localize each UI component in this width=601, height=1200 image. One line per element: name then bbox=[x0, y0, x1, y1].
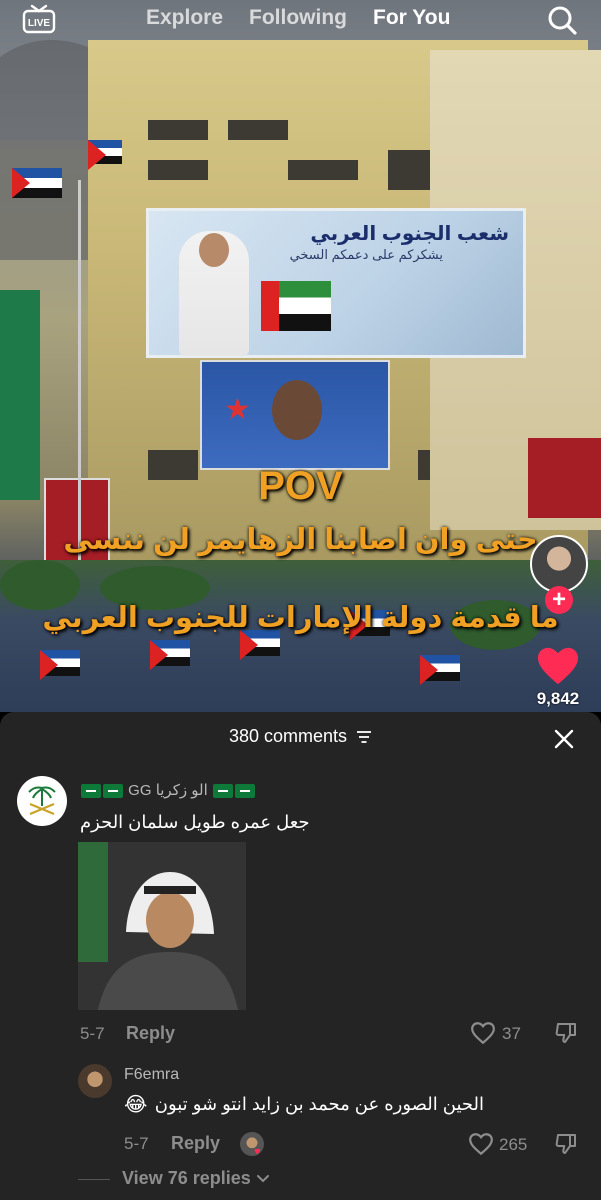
saudi-flag-icon bbox=[81, 784, 101, 799]
like-count: 265 bbox=[499, 1135, 528, 1154]
video-player[interactable]: شعب الجنوب العربي يشكركم على دعمكم السخي… bbox=[0, 0, 601, 712]
reply-button[interactable]: Reply bbox=[126, 1023, 175, 1044]
billboard: شعب الجنوب العربي يشكركم على دعمكم السخي bbox=[146, 208, 526, 358]
view-replies-button[interactable]: View 76 replies bbox=[122, 1168, 270, 1189]
like-heart-icon[interactable] bbox=[535, 646, 581, 686]
tab-explore[interactable]: Explore bbox=[146, 6, 223, 30]
comments-header: 380 comments bbox=[0, 726, 601, 747]
star-icon: ★ bbox=[224, 393, 251, 426]
video-caption-line1: حتى وان اصابنا الزهايمر لن ننسى bbox=[63, 524, 538, 556]
live-label: LIVE bbox=[28, 18, 51, 29]
crowd-flag bbox=[150, 640, 190, 670]
creator-avatar[interactable] bbox=[530, 535, 588, 593]
comments-count: 380 comments bbox=[228, 726, 348, 746]
tab-following[interactable]: Following bbox=[249, 6, 347, 30]
laughing-emoji-icon: 😂 bbox=[124, 1094, 148, 1116]
comment-image[interactable] bbox=[78, 842, 246, 1010]
comments-sheet: 380 comments GG الو زكريا جعل عمره طويل … bbox=[0, 712, 601, 1200]
crowd-flag bbox=[40, 650, 80, 680]
close-icon[interactable] bbox=[553, 728, 575, 750]
crowd bbox=[0, 560, 601, 712]
south-yemen-flag bbox=[12, 168, 62, 198]
comment-image-graphic bbox=[78, 842, 246, 1010]
creator-heart-icon: ♥ bbox=[254, 1146, 261, 1158]
thumbs-down-icon[interactable] bbox=[553, 1132, 579, 1156]
saudi-flag-icon bbox=[103, 784, 123, 799]
reply-date: 5-7 bbox=[124, 1134, 149, 1153]
thumbs-down-icon[interactable] bbox=[553, 1021, 579, 1045]
feed-tabs: Explore Following For You bbox=[146, 6, 476, 30]
live-tv-icon[interactable]: LIVE bbox=[22, 4, 56, 34]
uae-flag bbox=[261, 281, 331, 331]
reply-text: الحين الصوره عن محمد بن زايد انتو شو تبو… bbox=[154, 1094, 484, 1114]
comment-date: 5-7 bbox=[80, 1024, 105, 1043]
tab-for-you[interactable]: For You bbox=[373, 6, 450, 30]
saudi-flag-icon bbox=[234, 784, 255, 799]
comment-avatar[interactable] bbox=[17, 776, 67, 826]
comment-text: جعل عمره طويل سلمان الحزم bbox=[80, 812, 310, 832]
comment-username[interactable]: GG الو زكريا bbox=[80, 781, 256, 799]
view-replies-label: View 76 replies bbox=[122, 1168, 251, 1188]
video-caption-line2: ما قدمة دولة الإمارات للجنوب العربي bbox=[42, 602, 559, 634]
window bbox=[228, 120, 288, 140]
saudi-emblem-icon bbox=[28, 786, 56, 816]
reply-button[interactable]: Reply bbox=[171, 1133, 220, 1154]
reply-username[interactable]: F6emra bbox=[124, 1066, 179, 1084]
reply-avatar[interactable] bbox=[78, 1064, 112, 1098]
follow-plus-icon[interactable]: + bbox=[545, 586, 573, 614]
video-overlay-title: POV bbox=[258, 464, 343, 508]
heart-icon[interactable] bbox=[468, 1132, 494, 1156]
window bbox=[288, 160, 358, 180]
billboard-face bbox=[199, 233, 229, 267]
like-count: 37 bbox=[502, 1024, 521, 1043]
window bbox=[148, 120, 208, 140]
billboard-face bbox=[272, 380, 322, 440]
saudi-flag-icon bbox=[212, 784, 233, 799]
chevron-down-icon bbox=[256, 1175, 269, 1183]
south-yemen-flag bbox=[88, 140, 122, 170]
username-text: GG الو زكريا bbox=[128, 782, 208, 799]
window bbox=[148, 160, 208, 180]
search-icon[interactable] bbox=[546, 4, 578, 36]
divider-line bbox=[78, 1179, 110, 1180]
top-bar: LIVE Explore Following For You bbox=[0, 0, 601, 40]
lower-billboard: ★ bbox=[200, 360, 390, 470]
like-count: 9,842 bbox=[536, 689, 580, 708]
sort-icon[interactable] bbox=[356, 730, 372, 744]
heart-icon[interactable] bbox=[470, 1021, 496, 1045]
billboard-subtitle: يشكركم على دعمكم السخي bbox=[289, 247, 443, 262]
crowd-flag bbox=[420, 655, 460, 685]
billboard-title: شعب الجنوب العربي bbox=[310, 223, 509, 245]
